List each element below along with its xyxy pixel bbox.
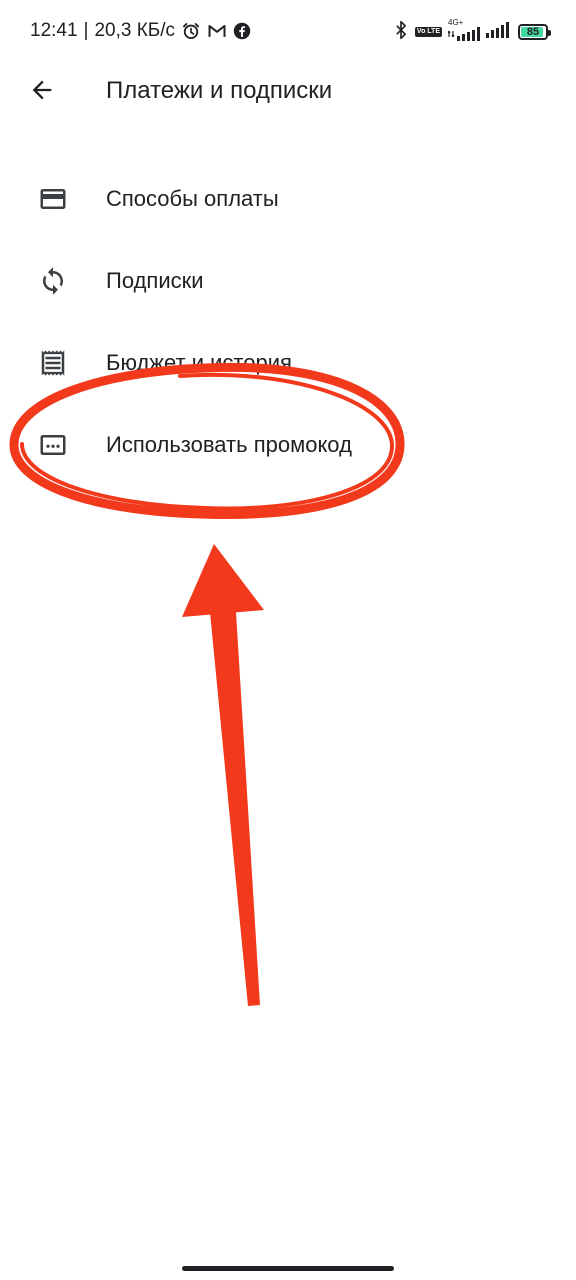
menu-item-subscriptions[interactable]: Подписки: [0, 240, 576, 322]
menu-item-payment-methods[interactable]: Способы оплаты: [0, 158, 576, 240]
arrow-head: [182, 544, 264, 617]
battery-level: 85: [526, 26, 540, 38]
page-title: Платежи и подписки: [106, 77, 333, 104]
bluetooth-icon: [393, 20, 409, 45]
menu-item-budget-history[interactable]: Бюджет и история: [0, 322, 576, 404]
signal-group-1: 4G+: [447, 18, 480, 46]
signal-icon: [447, 27, 480, 46]
back-button[interactable]: [22, 72, 62, 112]
payments-menu: Способы оплаты Подписки Бюджет и история: [0, 158, 576, 486]
gesture-nav-handle[interactable]: [182, 1266, 394, 1271]
battery-icon: 85: [518, 24, 551, 40]
facebook-icon: [233, 22, 251, 40]
menu-item-label: Способы оплаты: [106, 186, 279, 211]
arrow-shaft: [210, 612, 260, 1006]
receipt-icon: [37, 347, 69, 379]
menu-item-redeem-promo[interactable]: Использовать промокод: [0, 404, 576, 486]
gmail-icon: [207, 22, 227, 40]
status-bar-left: 12:41 | 20,3 КБ/с: [30, 20, 251, 42]
status-bar-right: Vo LTE 4G+ 85: [393, 18, 551, 46]
credit-card-icon: [37, 183, 69, 215]
sync-icon: [37, 265, 69, 297]
volte-icon: Vo LTE: [414, 27, 442, 37]
promo-code-icon: [37, 429, 69, 461]
menu-item-label: Подписки: [106, 268, 204, 293]
menu-item-label: Использовать промокод: [106, 432, 352, 457]
app-bar: Платежи и подписки: [0, 64, 576, 120]
menu-item-label: Бюджет и история: [106, 350, 292, 375]
status-bar: 12:41 | 20,3 КБ/с Vo LTE 4G+ 85: [0, 0, 576, 64]
alarm-icon: [181, 21, 201, 41]
status-separator: |: [83, 20, 89, 41]
signal-icon: [486, 21, 512, 43]
status-net-speed: 20,3 КБ/с: [94, 20, 176, 41]
network-type-label: 4G+: [448, 18, 464, 27]
arrow-back-icon: [28, 76, 56, 109]
status-time: 12:41: [30, 20, 78, 41]
